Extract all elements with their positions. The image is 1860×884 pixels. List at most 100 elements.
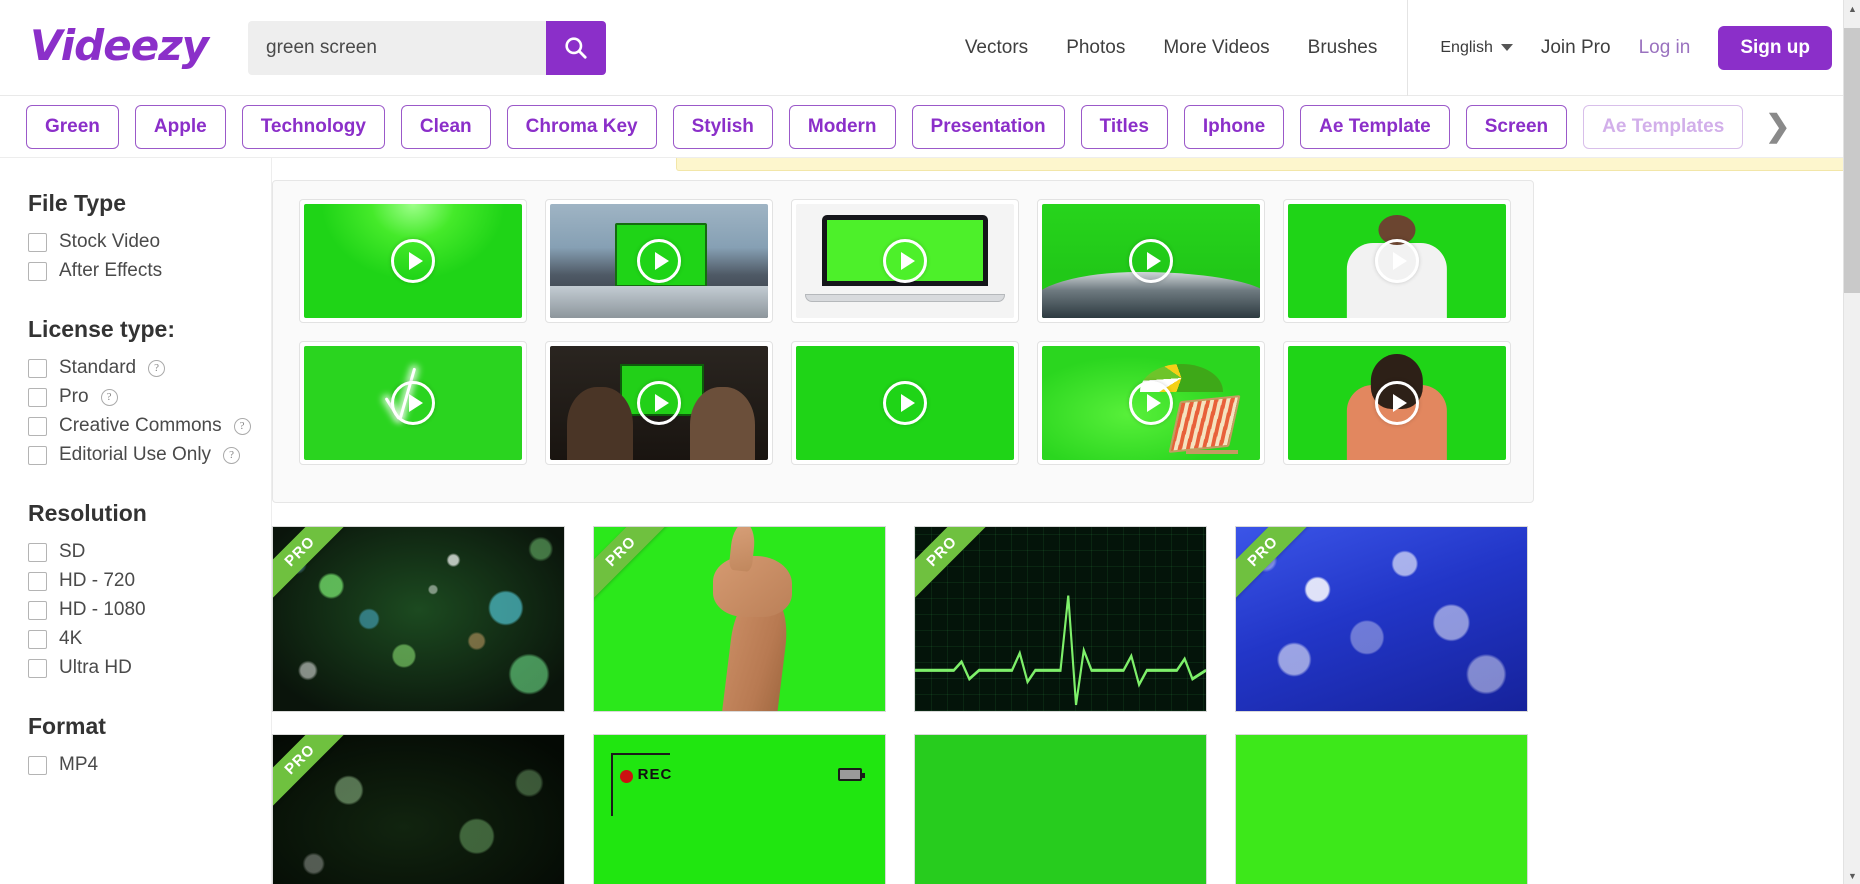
checkbox[interactable] xyxy=(28,261,47,281)
filter-option-ultra-hd[interactable]: Ultra HD xyxy=(28,657,271,679)
tag-pill-apple[interactable]: Apple xyxy=(134,104,226,149)
search-icon xyxy=(565,36,587,59)
help-icon[interactable]: ? xyxy=(223,446,241,464)
video-card[interactable] xyxy=(299,341,527,465)
pro-video-card[interactable]: REC xyxy=(593,734,886,884)
join-pro-link[interactable]: Join Pro xyxy=(1541,37,1611,59)
nav-item-brushes[interactable]: Brushes xyxy=(1308,37,1378,59)
filter-option-label: MP4 xyxy=(59,754,99,775)
help-icon[interactable]: ? xyxy=(100,388,118,406)
tag-pill-chroma-key[interactable]: Chroma Key xyxy=(506,104,657,149)
nav-item-vectors[interactable]: Vectors xyxy=(965,37,1028,59)
filter-option-stock-video[interactable]: Stock Video xyxy=(28,231,271,253)
filter-group-file-type: File Type Stock Video After Effects xyxy=(28,190,271,282)
filter-option-label: HD - 720 xyxy=(59,570,136,591)
checkbox[interactable] xyxy=(28,358,47,378)
filter-option-hd-720[interactable]: HD - 720 xyxy=(28,570,271,592)
tag-pill-presentation[interactable]: Presentation xyxy=(911,104,1065,149)
filter-option-after-effects[interactable]: After Effects xyxy=(28,260,271,282)
search-input[interactable] xyxy=(248,20,547,75)
help-icon[interactable]: ? xyxy=(233,417,251,435)
filter-option-4k[interactable]: 4K xyxy=(28,628,271,650)
filter-option-label: Creative Commons xyxy=(59,415,222,436)
vertical-scrollbar[interactable]: ▲ ▼ xyxy=(1843,0,1860,884)
filter-sidebar: File Type Stock Video After Effects Lice… xyxy=(0,158,272,884)
checkbox[interactable] xyxy=(28,542,47,562)
play-icon[interactable] xyxy=(1375,239,1419,283)
search-button[interactable] xyxy=(546,20,607,75)
checkbox[interactable] xyxy=(28,629,47,649)
play-icon[interactable] xyxy=(1129,381,1173,425)
chevron-right-icon[interactable]: ❯ xyxy=(1765,111,1790,142)
sign-up-button[interactable]: Sign up xyxy=(1718,25,1832,70)
nav-item-photos[interactable]: Photos xyxy=(1066,37,1125,59)
language-selector[interactable]: English xyxy=(1440,39,1513,57)
filter-option-editorial-use-only[interactable]: Editorial Use Only ? xyxy=(28,444,271,466)
checkbox[interactable] xyxy=(28,658,47,678)
filter-option-sd[interactable]: SD xyxy=(28,541,271,563)
filter-option-standard[interactable]: Standard ? xyxy=(28,357,271,379)
tag-pill-screen[interactable]: Screen xyxy=(1465,104,1568,149)
pro-video-card[interactable]: PRO xyxy=(272,734,565,884)
filter-group-resolution: Resolution SD HD - 720 HD - 1080 4K Ultr… xyxy=(28,500,271,679)
pro-badge: PRO xyxy=(1236,527,1316,605)
play-icon[interactable] xyxy=(883,381,927,425)
video-card[interactable] xyxy=(545,341,773,465)
filter-option-pro[interactable]: Pro ? xyxy=(28,386,271,408)
checkbox[interactable] xyxy=(28,232,47,252)
video-card[interactable] xyxy=(545,199,773,323)
video-card[interactable] xyxy=(791,199,1019,323)
tag-pill-iphone[interactable]: Iphone xyxy=(1183,104,1285,149)
pro-video-card[interactable] xyxy=(914,734,1207,884)
pro-video-card[interactable]: PRO xyxy=(593,526,886,712)
video-card[interactable] xyxy=(1037,199,1265,323)
checkbox[interactable] xyxy=(28,445,47,465)
checkbox[interactable] xyxy=(28,416,47,436)
tag-pill-green[interactable]: Green xyxy=(26,104,119,149)
play-icon[interactable] xyxy=(637,239,681,283)
filter-option-mp4[interactable]: MP4 xyxy=(28,754,271,776)
tag-pill-technology[interactable]: Technology xyxy=(241,104,385,149)
tag-pill-ae-template[interactable]: Ae Template xyxy=(1300,104,1450,149)
filter-option-hd-1080[interactable]: HD - 1080 xyxy=(28,599,271,621)
video-card[interactable] xyxy=(299,199,527,323)
pro-badge: PRO xyxy=(594,527,674,605)
play-icon[interactable] xyxy=(1375,381,1419,425)
video-card[interactable] xyxy=(791,341,1019,465)
play-icon[interactable] xyxy=(637,381,681,425)
pro-video-card[interactable] xyxy=(1235,734,1528,884)
video-card[interactable] xyxy=(1037,341,1265,465)
tag-pill-ae-templates[interactable]: Ae Templates xyxy=(1583,104,1744,149)
video-card[interactable] xyxy=(1283,199,1511,323)
play-icon[interactable] xyxy=(1129,239,1173,283)
filter-option-label: Editorial Use Only xyxy=(59,444,212,465)
chevron-down-icon[interactable]: ▼ xyxy=(1844,867,1860,884)
filter-option-label: Ultra HD xyxy=(59,657,132,678)
checkbox[interactable] xyxy=(28,571,47,591)
checkbox[interactable] xyxy=(28,755,47,775)
pro-video-card[interactable]: PRO xyxy=(272,526,565,712)
checkbox[interactable] xyxy=(28,600,47,620)
play-icon[interactable] xyxy=(391,381,435,425)
pro-video-card[interactable]: PRO xyxy=(914,526,1207,712)
pro-video-card[interactable]: PRO xyxy=(1235,526,1528,712)
play-icon[interactable] xyxy=(391,239,435,283)
chevron-up-icon[interactable]: ▲ xyxy=(1844,0,1860,17)
log-in-link[interactable]: Log in xyxy=(1639,37,1691,59)
filter-group-license-type: License type: Standard ? Pro ? Creative … xyxy=(28,316,271,466)
tag-pill-modern[interactable]: Modern xyxy=(788,104,896,149)
filter-option-creative-commons[interactable]: Creative Commons ? xyxy=(28,415,271,437)
tag-pill-titles[interactable]: Titles xyxy=(1080,104,1168,149)
filter-option-label: SD xyxy=(59,541,86,562)
play-icon[interactable] xyxy=(883,239,927,283)
help-icon[interactable]: ? xyxy=(148,359,166,377)
nav-item-more-videos[interactable]: More Videos xyxy=(1163,37,1269,59)
pro-row: PRO REC xyxy=(272,734,1602,884)
checkbox[interactable] xyxy=(28,387,47,407)
tag-pill-stylish[interactable]: Stylish xyxy=(672,104,773,149)
video-card[interactable] xyxy=(1283,341,1511,465)
site-logo[interactable]: Videezy xyxy=(30,24,209,71)
scrollbar-thumb[interactable] xyxy=(1844,28,1860,293)
page-body: File Type Stock Video After Effects Lice… xyxy=(0,158,1860,884)
tag-pill-clean[interactable]: Clean xyxy=(400,104,491,149)
